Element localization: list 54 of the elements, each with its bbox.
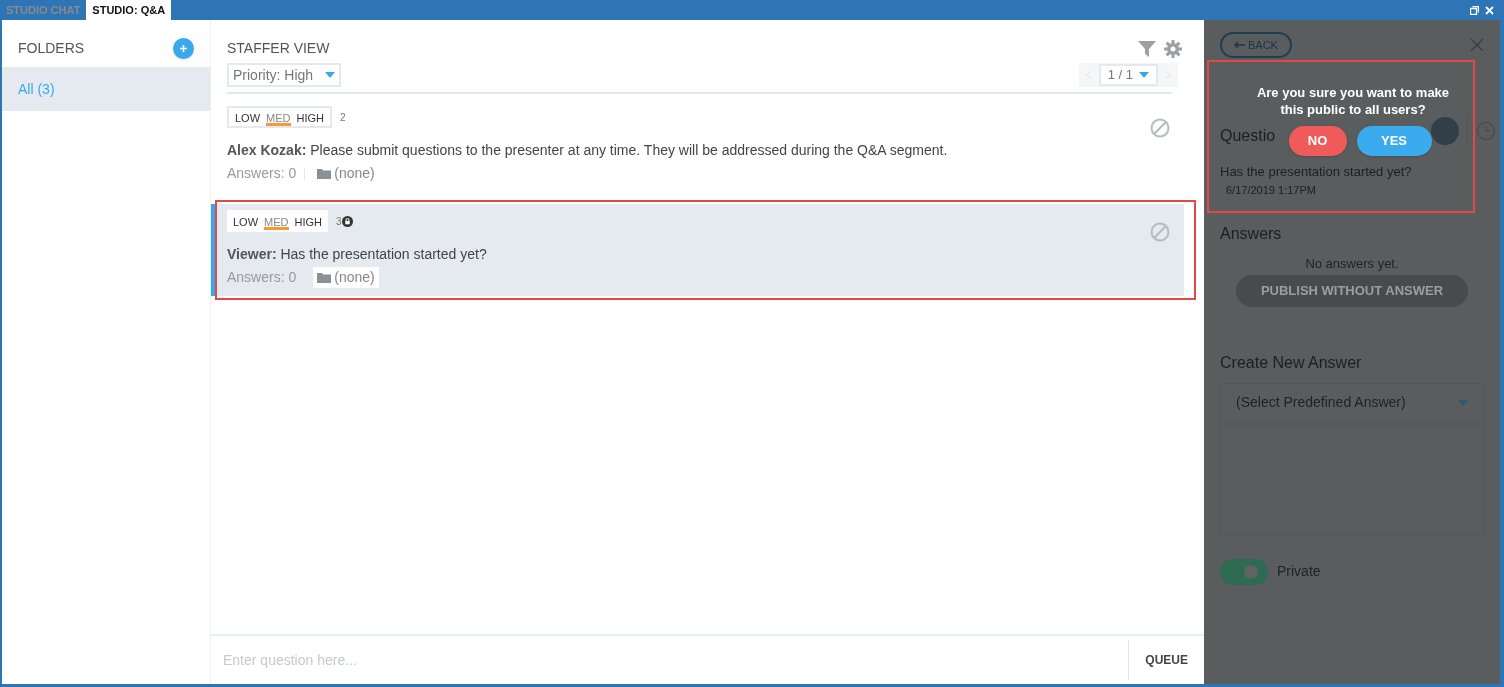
folder-icon (317, 272, 332, 283)
avatar-icon (1431, 117, 1459, 145)
next-icon[interactable] (1165, 70, 1171, 80)
question-card[interactable]: LOW MED HIGH 3 Viewer: Has the presentation started yet? Answers: 0 (none) (211, 204, 1184, 296)
caret-icon (1458, 399, 1468, 406)
question-number: 2 (340, 110, 346, 125)
answer-count: Answers: 0 (227, 164, 297, 183)
add-folder-button[interactable] (173, 38, 194, 59)
caret-icon (1139, 72, 1149, 78)
view-title: STAFFER VIEW (227, 39, 330, 58)
section-heading: Create New Answer (1220, 352, 1363, 373)
question-text: Alex Kozak: Please submit questions to the presenter at any time. They will be addressed during the Q&A segment. (227, 141, 949, 160)
question-input[interactable]: Enter question here... (211, 636, 1129, 684)
clock-icon[interactable] (1476, 121, 1496, 141)
plus-icon (179, 44, 188, 53)
priority-selector[interactable]: LOW MED HIGH (227, 106, 332, 128)
priority-option[interactable]: HIGH (296, 108, 324, 126)
empty-message: No answers yet. (1305, 255, 1399, 273)
settings-icon[interactable] (1164, 39, 1182, 58)
question-number: 3 (336, 214, 342, 229)
block-icon[interactable] (1150, 222, 1170, 242)
priority-option[interactable]: HIGH (294, 212, 322, 230)
question-heading: Questio (1220, 126, 1276, 146)
no-button[interactable]: NO (1288, 126, 1347, 156)
answer-dropdown[interactable]: (Select Predefined Answer) (1220, 382, 1484, 423)
sidebar-title: FOLDERS (18, 39, 85, 58)
folder-button[interactable]: (none) (313, 267, 379, 288)
caret-icon (325, 72, 336, 78)
question-text: Viewer: Has the presentation started yet? (227, 245, 488, 264)
page-dropdown[interactable]: 1 / 1 (1098, 64, 1158, 86)
dialog-message: Are you sure you want to make this public to all users? (1255, 84, 1451, 118)
priority-selector[interactable]: LOW MED HIGH (227, 210, 328, 232)
timestamp: 6/17/2019 1:17PM (1225, 182, 1317, 198)
folder-button[interactable]: (none) (313, 163, 379, 184)
answers-heading: Answers (1220, 224, 1283, 244)
priority-option[interactable]: LOW (235, 108, 261, 126)
toggle-label: Private (1277, 562, 1321, 581)
yes-button[interactable]: YES (1356, 126, 1432, 156)
filter-icon[interactable] (1138, 40, 1156, 57)
tab[interactable]: STUDIO: Q&A (86, 0, 172, 20)
restore-icon[interactable] (1470, 5, 1479, 15)
priority-option[interactable]: LOW (233, 212, 259, 230)
answer-count: Answers: 0 (227, 268, 297, 287)
folder-icon (317, 168, 332, 179)
question-text: Has the presentation started yet? (1220, 163, 1413, 181)
block-icon[interactable] (1150, 118, 1170, 138)
toggle-switch[interactable] (1220, 558, 1268, 585)
arrow-left-icon (1234, 41, 1245, 49)
queue-button[interactable]: QUEUE (1129, 636, 1204, 684)
priority-option[interactable]: MED (264, 212, 289, 230)
publish-button[interactable]: PUBLISH WITHOUT ANSWER (1236, 274, 1468, 307)
previous-icon[interactable] (1085, 70, 1092, 80)
priority-filter-dropdown[interactable]: Priority: High (227, 63, 342, 87)
priority-option[interactable]: MED (266, 108, 291, 126)
